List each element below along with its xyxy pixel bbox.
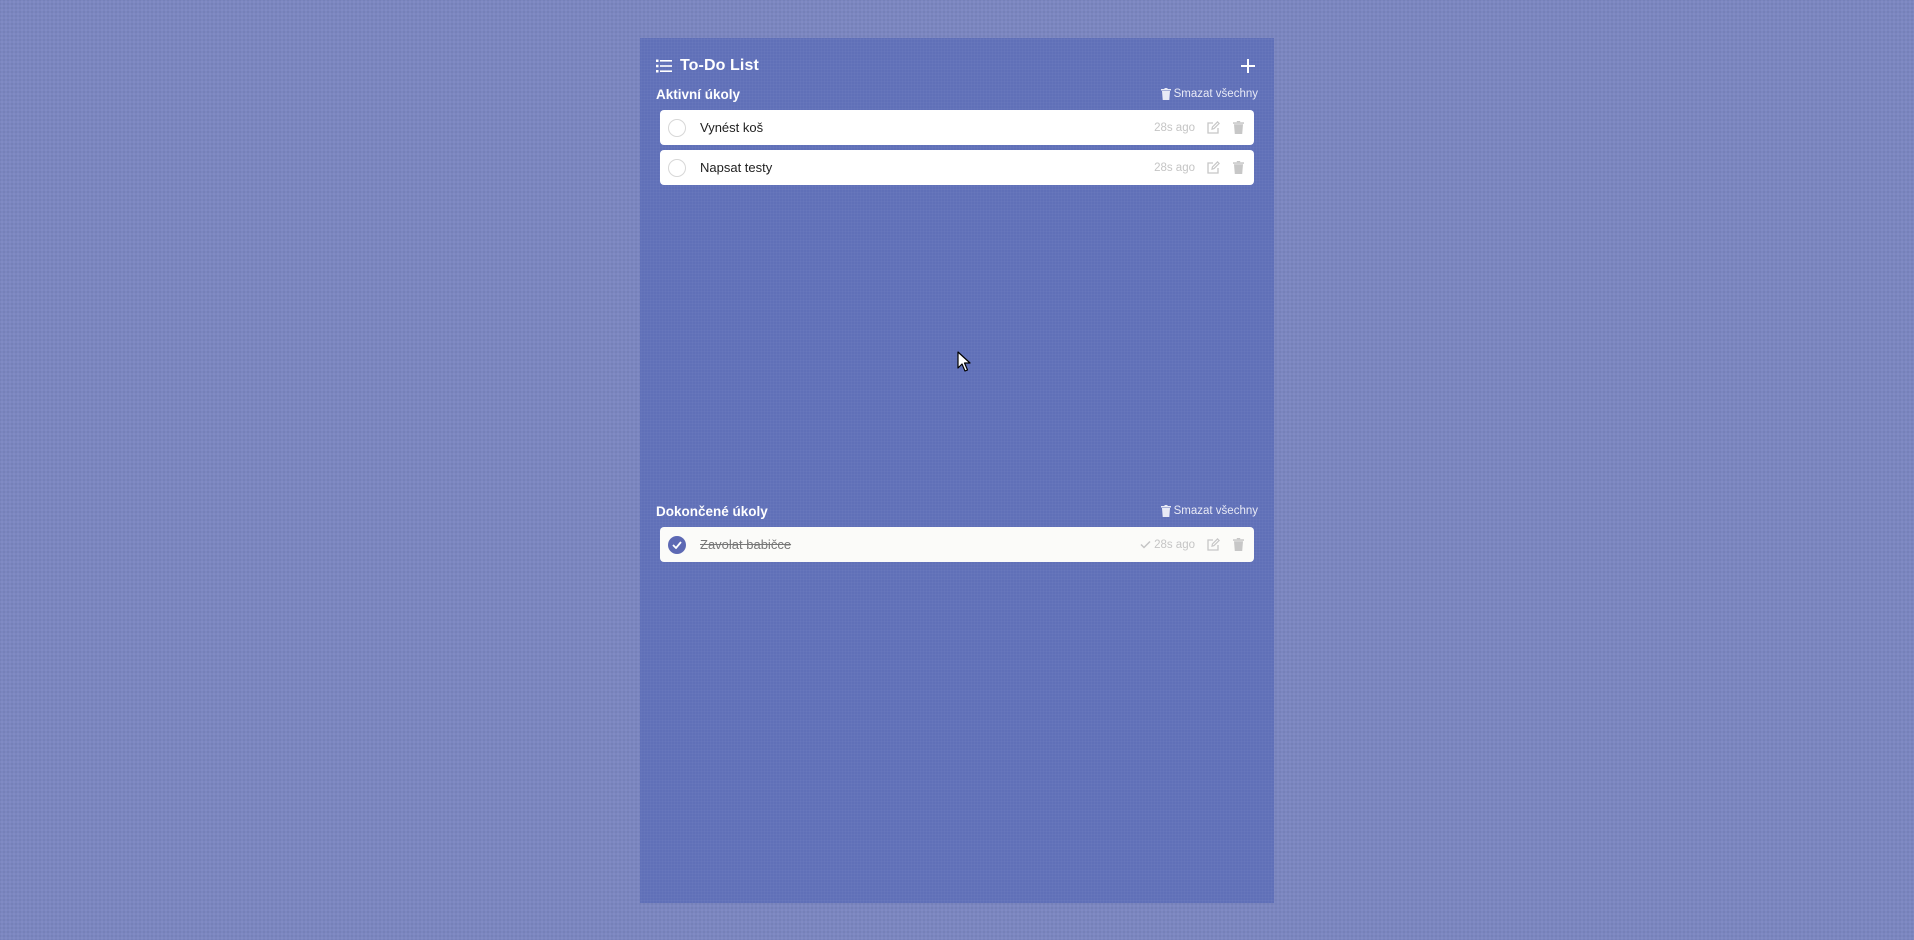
task-checkbox[interactable] [668, 118, 686, 137]
completed-tasks-section: Dokončené úkoly Smazat všechny Zavolat b… [656, 500, 1258, 562]
clear-active-label: Smazat všechny [1173, 88, 1258, 100]
clear-active-button[interactable]: Smazat všechny [1160, 88, 1258, 100]
edit-task-button[interactable] [1205, 537, 1221, 553]
task-text: Zavolat babičce [700, 537, 792, 552]
delete-task-button[interactable] [1230, 120, 1246, 136]
todo-app-panel: To-Do List Aktivní úkoly Smazat všechny [640, 38, 1274, 903]
check-icon [1140, 540, 1151, 549]
list-icon [656, 59, 672, 73]
trash-icon [1232, 538, 1244, 551]
delete-task-button[interactable] [1230, 537, 1246, 553]
edit-icon [1206, 161, 1220, 174]
edit-task-button[interactable] [1205, 160, 1221, 176]
task-item: Vynést koš 28s ago [660, 110, 1254, 145]
trash-icon [1160, 88, 1171, 100]
task-text: Vynést koš [700, 120, 764, 135]
mouse-cursor-icon [957, 351, 971, 372]
delete-task-button[interactable] [1230, 160, 1246, 176]
checkmark-icon [672, 540, 682, 549]
active-section-header: Aktivní úkoly Smazat všechny [656, 83, 1258, 105]
clear-completed-button[interactable]: Smazat všechny [1160, 505, 1258, 517]
task-text: Napsat testy [700, 160, 773, 175]
completed-section-title: Dokončené úkoly [656, 503, 768, 519]
edit-icon [1206, 121, 1220, 134]
task-time: 28s ago [1154, 161, 1195, 174]
task-checkbox[interactable] [668, 158, 686, 177]
task-timestamp: 28s ago [1154, 122, 1195, 134]
add-task-button[interactable] [1238, 56, 1258, 76]
task-item: Zavolat babičce 28s ago [660, 527, 1254, 562]
edit-icon [1206, 538, 1220, 551]
clear-completed-label: Smazat všechny [1173, 505, 1258, 517]
edit-task-button[interactable] [1205, 120, 1221, 136]
active-section-title: Aktivní úkoly [656, 86, 741, 102]
completed-section-header: Dokončené úkoly Smazat všechny [656, 500, 1258, 522]
task-item: Napsat testy 28s ago [660, 150, 1254, 185]
trash-icon [1232, 121, 1244, 134]
task-timestamp: 28s ago [1140, 539, 1195, 551]
active-tasks-section: Aktivní úkoly Smazat všechny Vynést koš … [656, 83, 1258, 185]
trash-icon [1160, 505, 1171, 517]
task-time: 28s ago [1154, 121, 1195, 134]
task-time: 28s ago [1154, 538, 1195, 551]
trash-icon [1232, 161, 1244, 174]
task-timestamp: 28s ago [1154, 162, 1195, 174]
task-checkbox[interactable] [668, 535, 686, 554]
plus-icon [1241, 59, 1255, 73]
app-title: To-Do List [680, 57, 759, 74]
app-header: To-Do List [656, 54, 1258, 78]
